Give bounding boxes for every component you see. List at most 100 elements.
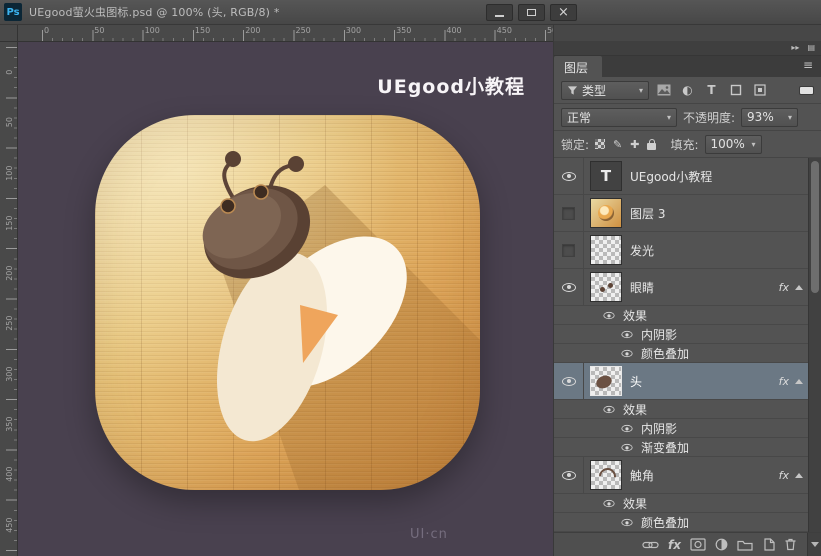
effect-row[interactable]: 内阴影: [554, 325, 821, 344]
fill-select[interactable]: 100% ▾: [704, 134, 762, 154]
scrollbar-thumb[interactable]: [811, 161, 819, 293]
eye-icon[interactable]: [603, 405, 615, 413]
minimize-button[interactable]: [486, 4, 513, 21]
eye-right: [253, 184, 269, 200]
effect-group-row[interactable]: 效果: [554, 494, 821, 513]
layer-name[interactable]: 图层 3: [630, 205, 665, 222]
vertical-ruler[interactable]: 0 50 100 150 200 250 300 350 400 450 500: [0, 42, 18, 556]
visibility-toggle[interactable]: [554, 195, 584, 231]
effect-name[interactable]: 颜色叠加: [641, 345, 689, 362]
visibility-empty-box: [562, 206, 575, 220]
panel-grid-icon[interactable]: ▤: [807, 44, 815, 52]
effect-name[interactable]: 效果: [623, 307, 647, 324]
ruler-label: 200: [4, 265, 14, 281]
horizontal-ruler[interactable]: 0 50 100 150 200 250 300 350 400 450 500: [18, 25, 555, 42]
lock-transparency-button[interactable]: [595, 139, 606, 149]
type-layer-thumbnail[interactable]: T: [590, 161, 622, 191]
eye-icon[interactable]: [621, 518, 633, 526]
layer-row-eyes[interactable]: 眼睛 fx: [554, 269, 821, 306]
filter-shape-layers-button[interactable]: [726, 82, 745, 99]
visibility-toggle[interactable]: [554, 363, 584, 399]
eye-icon[interactable]: [603, 311, 615, 319]
eye-icon[interactable]: [621, 330, 633, 338]
layer-name[interactable]: 触角: [630, 467, 654, 484]
layer-thumbnail[interactable]: [590, 366, 622, 396]
visibility-toggle[interactable]: [554, 158, 584, 194]
add-adjustment-layer-button[interactable]: [715, 538, 728, 551]
layer-thumbnail[interactable]: [590, 460, 622, 490]
titlebar[interactable]: Ps UEgood萤火虫图标.psd @ 100% (头, RGB/8) * ×: [0, 0, 821, 25]
effect-group-row[interactable]: 效果: [554, 400, 821, 419]
lock-position-button[interactable]: ✚: [630, 138, 639, 151]
link-layers-button[interactable]: [642, 539, 659, 551]
layer-thumbnail[interactable]: [590, 198, 622, 228]
filter-adjustment-layers-button[interactable]: ◐: [678, 82, 697, 99]
layers-scrollbar[interactable]: [808, 158, 821, 532]
collapse-dock-icon[interactable]: ▸▸: [791, 44, 799, 52]
effect-name[interactable]: 内阴影: [641, 326, 677, 343]
effect-row[interactable]: 内阴影: [554, 419, 821, 438]
filter-funnel-icon: [567, 85, 578, 95]
layer-name[interactable]: UEgood小教程: [630, 168, 712, 185]
layer-thumbnail[interactable]: [590, 272, 622, 302]
layer-row-glow[interactable]: 发光: [554, 232, 821, 269]
delete-layer-button[interactable]: [784, 538, 797, 551]
lock-pixels-button[interactable]: ✎: [613, 138, 622, 151]
ruler-origin-corner[interactable]: [0, 25, 18, 42]
effect-name[interactable]: 颜色叠加: [641, 514, 689, 531]
new-group-button[interactable]: [737, 539, 753, 551]
opacity-select[interactable]: 93% ▾: [741, 107, 799, 127]
collapse-effects-icon[interactable]: [795, 378, 803, 384]
effect-row[interactable]: 颜色叠加: [554, 344, 821, 363]
layer-name[interactable]: 发光: [630, 242, 654, 259]
layer-row-icon[interactable]: 图层 3: [554, 195, 821, 232]
new-layer-button[interactable]: [762, 538, 775, 551]
eye-icon[interactable]: [621, 424, 633, 432]
close-button[interactable]: ×: [550, 4, 577, 21]
effect-name[interactable]: 渐变叠加: [641, 439, 689, 456]
dock-header: ▸▸ ▤: [554, 41, 821, 56]
layer-row-text[interactable]: T UEgood小教程: [554, 158, 821, 195]
collapse-effects-icon[interactable]: [795, 472, 803, 478]
document-canvas[interactable]: UEgood小教程 UI·cn: [18, 42, 553, 556]
layer-row-head[interactable]: 头 fx: [554, 363, 821, 400]
effect-name[interactable]: 效果: [623, 401, 647, 418]
effect-name[interactable]: 内阴影: [641, 420, 677, 437]
eye-icon[interactable]: [621, 443, 633, 451]
blend-mode-select[interactable]: 正常 ▾: [561, 107, 677, 127]
visibility-toggle[interactable]: [554, 232, 584, 268]
visibility-toggle[interactable]: [554, 457, 584, 493]
filter-kind-select[interactable]: 类型 ▾: [561, 80, 649, 100]
collapse-effects-icon[interactable]: [795, 284, 803, 290]
filter-smart-object-button[interactable]: [750, 82, 769, 99]
panel-menu-icon[interactable]: ≡: [803, 56, 821, 77]
tab-layers[interactable]: 图层: [554, 56, 603, 77]
ruler-label: 350: [4, 416, 14, 432]
layer-name[interactable]: 眼睛: [630, 279, 654, 296]
restore-button[interactable]: [518, 4, 545, 21]
folder-icon: [737, 540, 753, 551]
layer-row-antenna[interactable]: 触角 fx: [554, 457, 821, 494]
lock-all-button[interactable]: [647, 138, 657, 150]
effect-row[interactable]: 渐变叠加: [554, 438, 821, 457]
scroll-down-button[interactable]: [807, 533, 821, 556]
filter-type-layers-button[interactable]: T: [702, 82, 721, 99]
layer-filtering-toggle[interactable]: [799, 85, 814, 95]
ruler-label: 450: [4, 517, 14, 533]
minimize-icon: [495, 15, 504, 17]
layer-thumbnail[interactable]: [590, 235, 622, 265]
eye-icon[interactable]: [621, 349, 633, 357]
filter-pixel-layers-button[interactable]: [654, 82, 673, 99]
add-layer-style-button[interactable]: fx: [668, 538, 681, 552]
antenna-tip-right: [288, 156, 304, 172]
effect-name[interactable]: 效果: [623, 495, 647, 512]
effect-group-row[interactable]: 效果: [554, 306, 821, 325]
firefly-illustration: [202, 151, 480, 490]
fx-badge: fx: [778, 374, 789, 388]
eye-icon[interactable]: [603, 499, 615, 507]
ruler-label: 400: [446, 26, 462, 35]
layer-name[interactable]: 头: [630, 373, 642, 390]
add-layer-mask-button[interactable]: [690, 538, 706, 551]
effect-row[interactable]: 颜色叠加: [554, 513, 821, 532]
visibility-toggle[interactable]: [554, 269, 584, 305]
